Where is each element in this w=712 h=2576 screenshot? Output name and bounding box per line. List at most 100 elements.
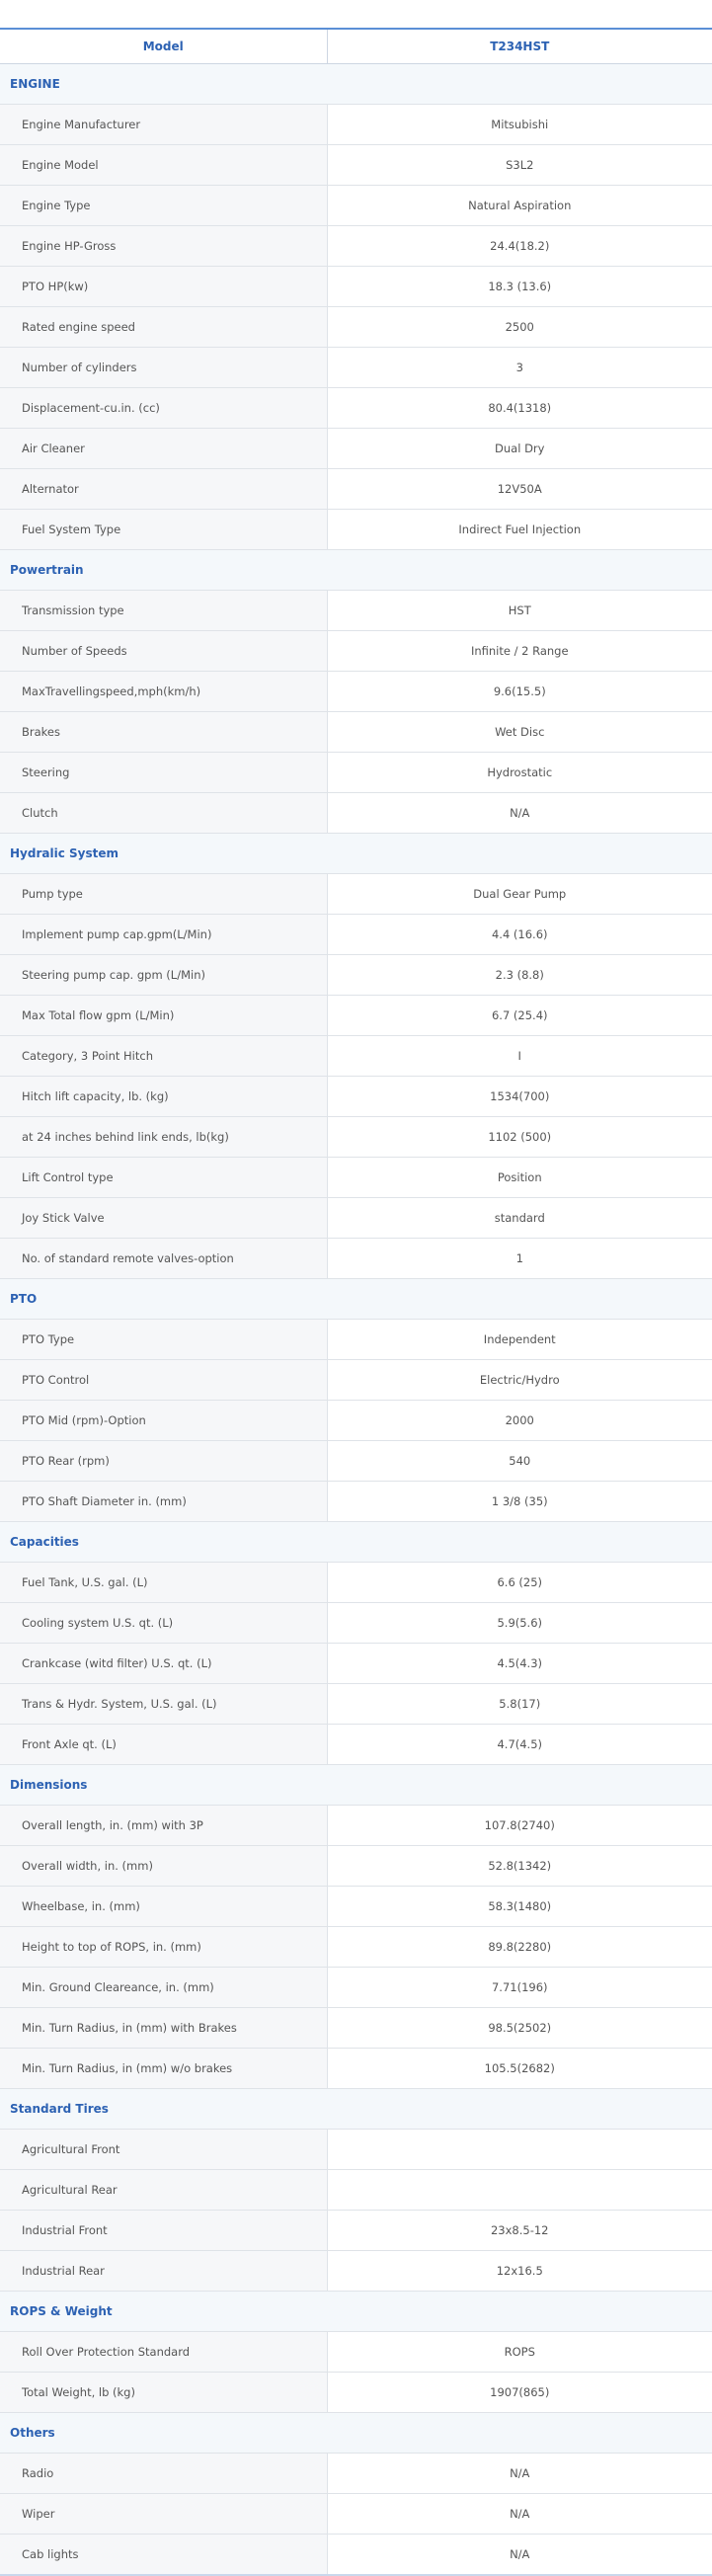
spec-value: S3L2 [327, 144, 712, 186]
spec-label: Air Cleaner [0, 428, 328, 469]
spec-value: 98.5(2502) [327, 2007, 712, 2049]
section-title: Standard Tires [0, 2088, 712, 2130]
spec-value: N/A [327, 792, 712, 834]
spec-row: Engine Manufacturer Mitsubishi [0, 104, 712, 145]
spec-value: 2500 [327, 306, 712, 348]
section-title: Others [0, 2412, 712, 2454]
section-title: Powertrain [0, 549, 712, 591]
header-row: Model T234HST [0, 28, 712, 64]
spec-value: Independent [327, 1319, 712, 1360]
spec-value: Dual Dry [327, 428, 712, 469]
spec-label: Overall width, in. (mm) [0, 1845, 328, 1887]
spec-value: Natural Aspiration [327, 185, 712, 226]
spec-value: 2000 [327, 1400, 712, 1441]
spec-row: PTO Mid (rpm)-Option 2000 [0, 1400, 712, 1441]
spec-label: PTO Type [0, 1319, 328, 1360]
spec-value: 1102 (500) [327, 1116, 712, 1158]
spec-label: Clutch [0, 792, 328, 834]
spec-label: Total Weight, lb (kg) [0, 2372, 328, 2413]
spec-value: 1534(700) [327, 1076, 712, 1117]
spec-row: Min. Ground Cleareance, in. (mm) 7.71(196… [0, 1967, 712, 2008]
spec-label: Max Total flow gpm (L/Min) [0, 995, 328, 1036]
spec-row: Number of Speeds Infinite / 2 Range [0, 630, 712, 672]
spec-row: Joy Stick Valve standard [0, 1197, 712, 1239]
spec-label: PTO HP(kw) [0, 266, 328, 307]
spec-row: Min. Turn Radius, in (mm) w/o brakes 105.… [0, 2048, 712, 2089]
spec-value: 5.9(5.6) [327, 1602, 712, 1644]
spec-label: Implement pump cap.gpm(L/Min) [0, 914, 328, 955]
spec-row: PTO Control Electric/Hydro [0, 1359, 712, 1401]
spec-label: MaxTravellingspeed,mph(km/h) [0, 671, 328, 712]
spec-row: Max Total flow gpm (L/Min) 6.7 (25.4) [0, 995, 712, 1036]
spec-label: PTO Shaft Diameter in. (mm) [0, 1481, 328, 1522]
spec-row: Lift Control type Position [0, 1157, 712, 1198]
spec-label: Engine Model [0, 144, 328, 186]
spec-value: 80.4(1318) [327, 387, 712, 429]
spec-label: Industrial Rear [0, 2250, 328, 2292]
spec-value [327, 2169, 712, 2211]
spec-row: PTO Type Independent [0, 1319, 712, 1360]
spec-label: Fuel Tank, U.S. gal. (L) [0, 1562, 328, 1603]
spec-row: Alternator 12V50A [0, 468, 712, 510]
spec-row: Hitch lift capacity, lb. (kg) 1534(700) [0, 1076, 712, 1117]
spec-label: No. of standard remote valves-option [0, 1238, 328, 1279]
spec-value [327, 2129, 712, 2170]
spec-value: 6.6 (25) [327, 1562, 712, 1603]
spec-label: Steering pump cap. gpm (L/Min) [0, 954, 328, 996]
spec-value: Indirect Fuel Injection [327, 509, 712, 550]
section-header-powertrain: Powertrain [0, 549, 712, 591]
spec-label: Min. Turn Radius, in (mm) with Brakes [0, 2007, 328, 2049]
spec-label: Steering [0, 752, 328, 793]
spec-value: N/A [327, 2493, 712, 2535]
spec-row: Crankcase (witd filter) U.S. qt. (L) 4.5(… [0, 1643, 712, 1684]
section-title: ROPS & Weight [0, 2291, 712, 2332]
spec-label: Wheelbase, in. (mm) [0, 1886, 328, 1927]
spec-label: Cab lights [0, 2534, 328, 2576]
spec-label: Transmission type [0, 590, 328, 631]
spec-value: 5.8(17) [327, 1683, 712, 1725]
section-header-hydralic-system: Hydralic System [0, 833, 712, 874]
spec-row: Front Axle qt. (L) 4.7(4.5) [0, 1724, 712, 1765]
section-header-pto: PTO [0, 1278, 712, 1320]
spec-value: 4.5(4.3) [327, 1643, 712, 1684]
spec-value: Wet Disc [327, 711, 712, 753]
spec-value: HST [327, 590, 712, 631]
section-title: PTO [0, 1278, 712, 1320]
spec-value: 540 [327, 1440, 712, 1482]
spec-value: 18.3 (13.6) [327, 266, 712, 307]
spec-label: Front Axle qt. (L) [0, 1724, 328, 1765]
spec-row: Category, 3 Point Hitch I [0, 1035, 712, 1077]
spec-row: Rated engine speed 2500 [0, 306, 712, 348]
spec-label: Industrial Front [0, 2210, 328, 2251]
spec-table-body: ENGINE Engine Manufacturer Mitsubishi Engin… [0, 63, 712, 2576]
spec-row: Overall length, in. (mm) with 3P 107.8(27… [0, 1805, 712, 1846]
spec-label: Engine Manufacturer [0, 104, 328, 145]
spec-label: Trans & Hydr. System, U.S. gal. (L) [0, 1683, 328, 1725]
spec-row: Implement pump cap.gpm(L/Min) 4.4 (16.6) [0, 914, 712, 955]
section-header-capacities: Capacities [0, 1521, 712, 1563]
spec-row: Pump type Dual Gear Pump [0, 873, 712, 915]
spec-row: Roll Over Protection Standard ROPS [0, 2331, 712, 2373]
spec-label: at 24 inches behind link ends, lb(kg) [0, 1116, 328, 1158]
spec-value: Electric/Hydro [327, 1359, 712, 1401]
spec-label: Roll Over Protection Standard [0, 2331, 328, 2373]
spec-row: Industrial Front 23x8.5-12 [0, 2210, 712, 2251]
spec-label: PTO Control [0, 1359, 328, 1401]
spec-value: 6.7 (25.4) [327, 995, 712, 1036]
section-header-others: Others [0, 2412, 712, 2454]
section-header-dimensions: Dimensions [0, 1764, 712, 1806]
spec-label: Overall length, in. (mm) with 3P [0, 1805, 328, 1846]
spec-value: 24.4(18.2) [327, 225, 712, 267]
spec-value: 52.8(1342) [327, 1845, 712, 1887]
spec-label: Lift Control type [0, 1157, 328, 1198]
spec-value: N/A [327, 2534, 712, 2576]
section-title: Hydralic System [0, 833, 712, 874]
spec-row: Clutch N/A [0, 792, 712, 834]
spec-value: 12x16.5 [327, 2250, 712, 2292]
spec-value: ROPS [327, 2331, 712, 2373]
spec-row: Engine Type Natural Aspiration [0, 185, 712, 226]
spec-row: Wiper N/A [0, 2493, 712, 2535]
spec-label: Radio [0, 2453, 328, 2494]
spec-value: 4.4 (16.6) [327, 914, 712, 955]
spec-value: 12V50A [327, 468, 712, 510]
